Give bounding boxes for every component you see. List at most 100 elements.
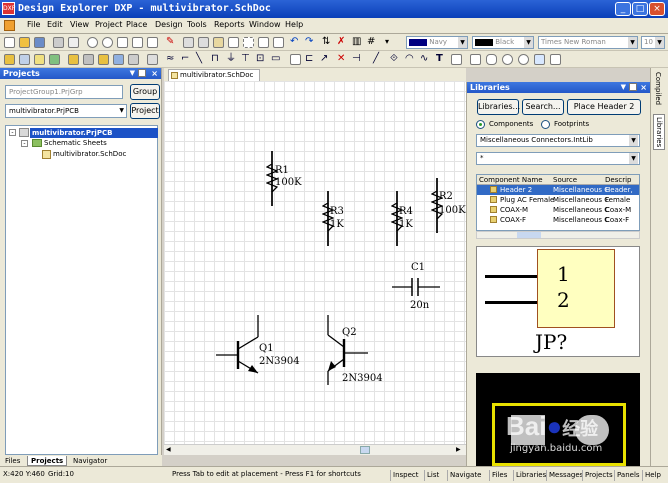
column-component-name[interactable]: Component Name [479, 175, 543, 185]
tab-projects[interactable]: Projects [27, 456, 68, 466]
document-options-icon[interactable] [113, 54, 124, 65]
menu-window[interactable]: Window [249, 20, 281, 29]
place-component-button[interactable]: Place Header 2 [567, 99, 641, 115]
print-preview-icon[interactable] [68, 37, 79, 48]
open-icon[interactable] [19, 37, 30, 48]
place-net-label-icon[interactable]: ⊓ [211, 54, 222, 65]
menu-help[interactable]: Help [285, 20, 303, 29]
status-projects[interactable]: Projects [582, 470, 615, 481]
zoom-selected-icon[interactable] [147, 37, 158, 48]
menu-edit[interactable]: Edit [47, 20, 63, 29]
zoom-fit-icon[interactable] [117, 37, 128, 48]
project-button[interactable]: Project [130, 103, 160, 119]
move-selection-icon[interactable] [258, 37, 269, 48]
cross-probe-icon[interactable]: ✎ [166, 37, 177, 48]
panel-close-icon[interactable]: × [640, 82, 647, 93]
menu-view[interactable]: View [70, 20, 89, 29]
cut-icon[interactable] [183, 37, 194, 48]
place-bus-icon[interactable]: ⌐ [181, 54, 192, 65]
new-icon[interactable] [4, 37, 15, 48]
table-row[interactable]: COAX-M Miscellaneous C Coax-M [477, 205, 639, 215]
pin-icon[interactable] [138, 69, 146, 77]
tree-item-project[interactable]: multivibrator.PrjPCB [30, 128, 158, 138]
panel-menu-icon[interactable]: ▼ [621, 82, 626, 93]
minimize-icon[interactable]: _ [615, 2, 631, 16]
place-round-rectangle-icon[interactable] [486, 54, 497, 65]
horizontal-scrollbar[interactable]: ◀ ▶ [164, 444, 466, 455]
setup-array-icon[interactable] [550, 54, 561, 65]
scroll-left-icon[interactable]: ◀ [166, 446, 171, 453]
document-menu-icon[interactable] [4, 20, 15, 31]
menu-design[interactable]: Design [155, 20, 183, 29]
side-tab-compiled[interactable]: Compiled [654, 72, 662, 105]
scrollbar-thumb[interactable] [517, 232, 541, 238]
tree-collapse-icon[interactable]: - [21, 140, 28, 147]
workspace-field[interactable]: ProjectGroup1.PrjGrp [5, 85, 123, 99]
status-help[interactable]: Help [642, 470, 663, 481]
library-select[interactable]: Miscellaneous Connectors.IntLib ▼ [476, 134, 640, 147]
column-source[interactable]: Source [553, 175, 577, 185]
place-probe-icon[interactable]: ⊣ [352, 54, 363, 65]
menu-file[interactable]: File [27, 20, 40, 29]
save-icon[interactable] [34, 37, 45, 48]
grid-dropdown-icon[interactable]: ▾ [385, 37, 396, 48]
zoom-in-icon[interactable] [87, 37, 98, 48]
tab-navigator[interactable]: Navigator [70, 456, 110, 466]
project-select[interactable]: multivibrator.PrjPCB ▼ [5, 104, 127, 118]
project-icon[interactable] [68, 54, 79, 65]
paste-icon[interactable] [213, 37, 224, 48]
annotate-icon[interactable] [147, 54, 158, 65]
font-size-combo[interactable]: 10 ▼ [641, 36, 665, 49]
place-line-icon[interactable]: ╱ [373, 54, 384, 65]
pin-icon[interactable] [629, 83, 637, 91]
status-navigate[interactable]: Navigate [447, 470, 483, 481]
place-pie-icon[interactable] [518, 54, 529, 65]
status-files[interactable]: Files [489, 470, 509, 481]
pcb-icon[interactable] [49, 54, 60, 65]
place-ellipse-icon[interactable] [502, 54, 513, 65]
sheet-icon[interactable] [128, 54, 139, 65]
rubber-stamp-icon[interactable] [228, 37, 239, 48]
table-row[interactable]: COAX-F Miscellaneous C Coax-F [477, 215, 639, 225]
cross-probe-tool-icon[interactable]: ✗ [337, 37, 348, 48]
table-horizontal-scrollbar[interactable] [476, 231, 640, 239]
place-polygon-icon[interactable]: ⟐ [390, 54, 401, 65]
place-bus-entry-icon[interactable]: ╲ [196, 54, 207, 65]
table-row[interactable]: Header 2 Miscellaneous C Header, [477, 185, 639, 195]
menu-place[interactable]: Place [126, 20, 147, 29]
transistor-q1[interactable] [216, 315, 264, 375]
place-arc-icon[interactable]: ◠ [405, 54, 416, 65]
place-bezier-icon[interactable]: ∿ [420, 54, 431, 65]
place-rectangle-icon[interactable] [470, 54, 481, 65]
place-wire-icon[interactable]: ≈ [166, 54, 177, 65]
scrollbar-thumb[interactable] [360, 446, 370, 454]
tree-collapse-icon[interactable]: - [9, 129, 16, 136]
undo-icon[interactable]: ↶ [290, 37, 301, 48]
place-vcc-icon[interactable]: ⊤ [241, 54, 252, 65]
status-panels[interactable]: Panels [614, 470, 642, 481]
menu-project[interactable]: Project [95, 20, 122, 29]
document-tab[interactable]: multivibrator.SchDoc [168, 69, 260, 81]
status-list[interactable]: List [424, 470, 441, 481]
place-part-icon[interactable]: ⊡ [256, 54, 267, 65]
deselect-icon[interactable] [273, 37, 284, 48]
tree-item-folder[interactable]: Schematic Sheets [44, 138, 107, 148]
place-sheet-symbol-icon[interactable]: ▭ [271, 54, 282, 65]
place-component-icon[interactable] [4, 54, 15, 65]
place-sheet-entry-icon[interactable] [290, 54, 301, 65]
compile-icon[interactable] [34, 54, 45, 65]
hierarchy-up-down-icon[interactable]: ⇅ [322, 37, 333, 48]
radio-components[interactable] [476, 120, 485, 129]
place-no-connect-icon[interactable]: ✕ [337, 54, 348, 65]
column-description[interactable]: Descrip [605, 175, 631, 185]
place-text-frame-icon[interactable] [451, 54, 462, 65]
panel-menu-icon[interactable]: ▼ [130, 68, 135, 79]
status-messages[interactable]: Messages [546, 470, 585, 481]
place-port-icon[interactable]: ⊏ [305, 54, 316, 65]
radio-footprints[interactable] [541, 120, 550, 129]
redo-icon[interactable]: ↷ [305, 37, 316, 48]
place-graphic-icon[interactable] [534, 54, 545, 65]
group-button[interactable]: Group [130, 84, 160, 100]
scroll-right-icon[interactable]: ▶ [456, 446, 461, 453]
copy-icon[interactable] [198, 37, 209, 48]
